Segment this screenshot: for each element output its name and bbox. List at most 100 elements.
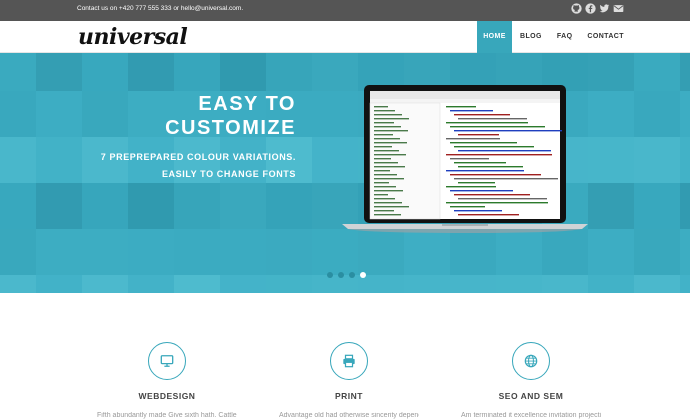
nav-faq[interactable]: FAQ: [557, 21, 573, 53]
hero-tile: [82, 275, 128, 293]
service-webdesign: WEBDESIGN Fifth abundantly made Give six…: [97, 342, 237, 419]
slider-dot[interactable]: [327, 272, 333, 278]
hero-tile: [174, 183, 220, 229]
services-section: WEBDESIGN Fifth abundantly made Give six…: [0, 293, 690, 419]
service-name: SEO AND SEM: [498, 391, 564, 401]
hero-tile: [266, 229, 312, 275]
hero-tile: [0, 91, 36, 137]
hero-tile: [128, 229, 174, 275]
hero-tile: [0, 275, 36, 293]
github-icon[interactable]: [571, 3, 582, 14]
hero-tile: [266, 53, 312, 91]
code-line: [446, 154, 552, 156]
email-icon[interactable]: [613, 3, 624, 14]
hero-tile: [36, 53, 82, 91]
hero-tile: [634, 137, 680, 183]
slider-dot[interactable]: [349, 272, 355, 278]
slider-dot-active[interactable]: [360, 272, 366, 278]
code-line: [374, 130, 408, 132]
hero-slider: EASY TO CUSTOMIZE 7 PREPREPARED COLOUR V…: [0, 53, 690, 293]
hero-tile: [174, 229, 220, 275]
service-name: PRINT: [335, 391, 363, 401]
hero-tile: [680, 137, 690, 183]
top-bar: Contact us on +420 777 555 333 or hello@…: [0, 0, 690, 21]
code-line: [450, 174, 541, 176]
hero-tile: [0, 53, 36, 91]
code-line: [446, 122, 528, 124]
nav-contact[interactable]: CONTACT: [587, 21, 624, 53]
hero-tile: [174, 53, 220, 91]
hero-tile: [634, 229, 680, 275]
code-line: [450, 110, 493, 112]
code-line: [458, 150, 551, 152]
hero-tile: [220, 183, 266, 229]
hero-tile: [128, 53, 174, 91]
code-line: [374, 118, 409, 120]
code-line: [374, 142, 407, 144]
code-line: [374, 186, 396, 188]
twitter-icon[interactable]: [599, 3, 610, 14]
slider-dot[interactable]: [338, 272, 344, 278]
code-line: [446, 186, 496, 188]
hero-tile: [588, 91, 634, 137]
code-line: [374, 110, 395, 112]
code-line: [374, 206, 409, 208]
hero-tile: [220, 275, 266, 293]
hero-tile: [36, 229, 82, 275]
hero-tile: [634, 53, 680, 91]
code-line: [374, 202, 402, 204]
navbar: universal HOME BLOG FAQ CONTACT: [0, 21, 690, 53]
hero-tile: [220, 229, 266, 275]
hero-tile: [128, 275, 174, 293]
hero-tile: [220, 53, 266, 91]
hero-tile: [128, 183, 174, 229]
code-line: [374, 166, 405, 168]
hero-tile: [588, 53, 634, 91]
code-line: [374, 146, 392, 148]
code-line: [374, 194, 388, 196]
code-line: [458, 134, 499, 136]
code-line: [450, 142, 517, 144]
hero-tile: [0, 137, 36, 183]
code-line: [446, 106, 476, 108]
contact-info: Contact us on +420 777 555 333 or hello@…: [77, 5, 244, 12]
monitor-icon: [160, 355, 174, 367]
main-nav: HOME BLOG FAQ CONTACT: [477, 21, 624, 53]
hero-tile: [82, 229, 128, 275]
printer-icon: [343, 354, 355, 368]
nav-blog[interactable]: BLOG: [520, 21, 542, 53]
facebook-icon[interactable]: [585, 3, 596, 14]
code-line: [374, 138, 400, 140]
code-line: [450, 206, 485, 208]
hero-tile: [588, 229, 634, 275]
hero-tile: [82, 53, 128, 91]
hero-tile: [588, 183, 634, 229]
code-line: [374, 154, 406, 156]
code-line: [374, 134, 393, 136]
hero-tile: [0, 229, 36, 275]
code-line: [450, 126, 545, 128]
code-line: [374, 210, 394, 212]
service-name: WEBDESIGN: [138, 391, 196, 401]
code-line: [450, 158, 489, 160]
code-line: [454, 130, 562, 132]
code-line: [374, 162, 398, 164]
laptop-image: [342, 85, 588, 285]
hero-subtitle: 7 PREPREPARED COLOUR VARIATIONS. EASILY …: [36, 149, 296, 183]
site-logo[interactable]: universal: [78, 24, 188, 50]
hero-subtitle-line: EASILY TO CHANGE FONTS: [161, 169, 296, 179]
service-print: PRINT Advantage old had otherwise sincer…: [279, 342, 419, 419]
service-seo-sem: SEO AND SEM Am terminated it excellence …: [461, 342, 601, 419]
hero-title-line: CUSTOMIZE: [165, 117, 296, 139]
hero-tile: [36, 183, 82, 229]
hero-tile: [634, 183, 680, 229]
nav-home[interactable]: HOME: [477, 21, 512, 53]
code-line: [454, 162, 506, 164]
hero-tile: [680, 229, 690, 275]
code-line: [374, 150, 399, 152]
code-line: [374, 114, 402, 116]
hero-tile: [266, 183, 312, 229]
hero-tile: [266, 275, 312, 293]
hero-tile: [680, 183, 690, 229]
code-line: [374, 214, 401, 216]
